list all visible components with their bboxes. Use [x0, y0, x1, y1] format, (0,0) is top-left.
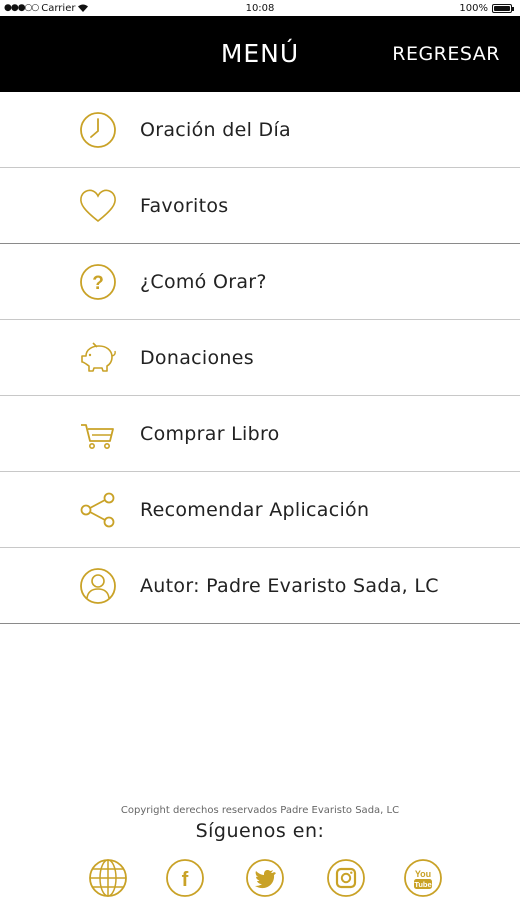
battery-fill — [494, 5, 510, 11]
menu-item-label: Favoritos — [140, 194, 229, 217]
heart-icon — [78, 186, 118, 226]
signal-icon: ●●●○○ — [4, 3, 39, 13]
user-icon — [78, 566, 118, 606]
menu-item-donaciones[interactable]: Donaciones — [0, 320, 520, 396]
menu-item-favoritos[interactable]: Favoritos — [0, 168, 520, 244]
facebook-icon[interactable]: f — [165, 858, 205, 898]
back-button[interactable]: REGRESAR — [392, 16, 500, 92]
menu-item-autor[interactable]: Autor: Padre Evaristo Sada, LC — [0, 548, 520, 624]
menu-item-label: Comprar Libro — [140, 422, 280, 445]
globe-icon[interactable] — [88, 858, 128, 898]
carrier-label: Carrier — [41, 2, 76, 14]
status-bar: ●●●○○ Carrier 10:08 100% — [0, 0, 520, 16]
follow-us-label: Síguenos en: — [195, 820, 325, 842]
svg-text:?: ? — [92, 273, 104, 294]
wifi-icon — [78, 4, 89, 12]
menu-item-recomendar-aplicacion[interactable]: Recomendar Aplicación — [0, 472, 520, 548]
menu-item-label: Donaciones — [140, 346, 254, 369]
battery-percent: 100% — [459, 2, 488, 14]
youtube-glyph-bottom: Tube — [414, 880, 431, 889]
instagram-icon[interactable] — [326, 858, 366, 898]
menu-item-label: Autor: Padre Evaristo Sada, LC — [140, 574, 439, 597]
social-links: f You Tube — [0, 858, 520, 900]
menu-item-label: ¿Comó Orar? — [140, 270, 267, 293]
youtube-icon[interactable]: You Tube — [403, 858, 443, 898]
cart-icon — [78, 414, 118, 454]
menu-item-label: Oración del Día — [140, 118, 291, 141]
header-bar: MENÚ REGRESAR — [0, 16, 520, 92]
battery-icon — [492, 3, 514, 13]
menu-item-label: Recomendar Aplicación — [140, 498, 370, 521]
youtube-glyph-top: You — [415, 869, 431, 879]
copyright-text: Copyright derechos reservados Padre Evar… — [120, 805, 400, 816]
twitter-icon[interactable] — [245, 858, 285, 898]
menu-item-como-orar[interactable]: ? ¿Comó Orar? — [0, 244, 520, 320]
share-icon — [78, 490, 118, 530]
menu-list: Oración del Día Favoritos ? ¿Comó Orar? … — [0, 92, 520, 624]
status-right: 100% — [459, 2, 514, 14]
menu-item-oracion-del-dia[interactable]: Oración del Día — [0, 92, 520, 168]
menu-item-comprar-libro[interactable]: Comprar Libro — [0, 396, 520, 472]
question-icon: ? — [78, 262, 118, 302]
piggy-bank-icon — [78, 338, 118, 378]
status-left: ●●●○○ Carrier — [4, 2, 89, 14]
clock-icon — [78, 110, 118, 150]
facebook-glyph: f — [182, 869, 189, 891]
